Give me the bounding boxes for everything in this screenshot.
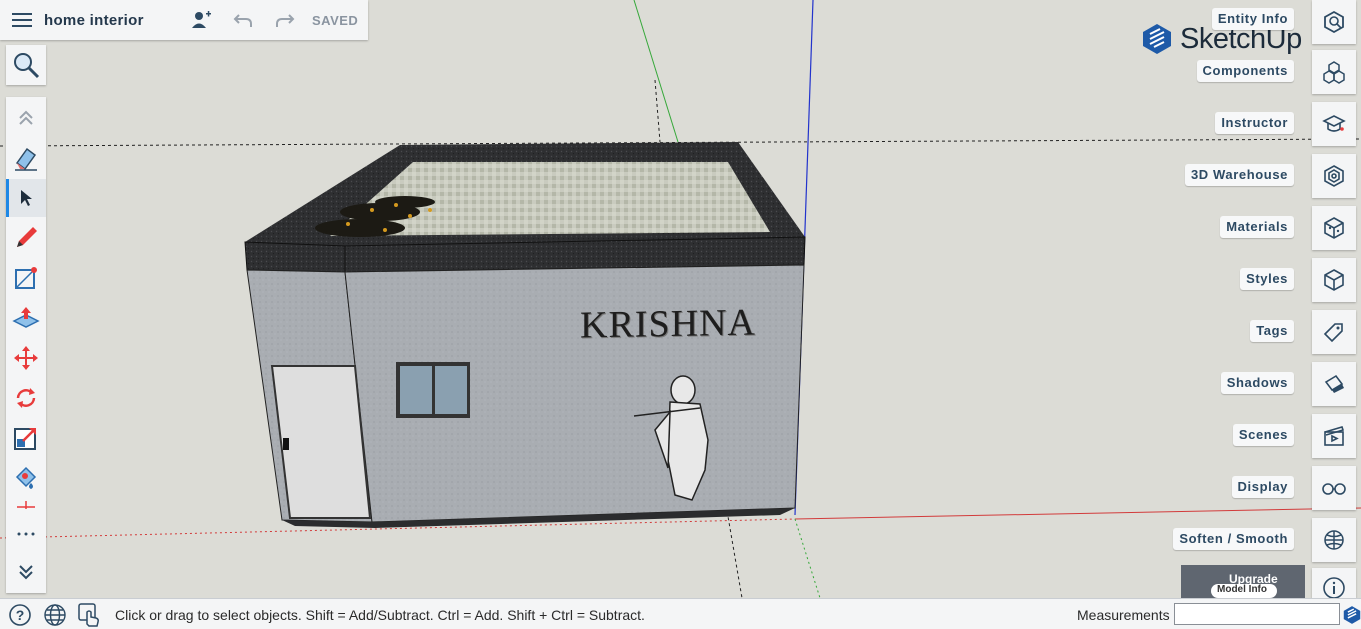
eraser-tool[interactable] xyxy=(6,139,46,177)
scale-tool[interactable] xyxy=(6,419,46,457)
push-pull-icon xyxy=(12,307,40,328)
pencil-icon xyxy=(17,227,37,247)
entity-info-button[interactable] xyxy=(1312,0,1356,44)
redo-icon xyxy=(276,14,295,27)
touch-input-button[interactable] xyxy=(77,602,103,628)
select-tool[interactable] xyxy=(6,179,46,217)
styles-button[interactable] xyxy=(1312,258,1356,302)
paint-bucket-tool[interactable] xyxy=(6,459,46,497)
model-info-text: Model Info xyxy=(1211,584,1277,598)
undo-button[interactable] xyxy=(222,0,264,40)
display-label[interactable]: Display xyxy=(1231,476,1294,498)
tape-measure-tool-partial[interactable] xyxy=(6,497,46,509)
measurements-label: Measurements xyxy=(1077,607,1170,623)
pencil-tool[interactable] xyxy=(6,219,46,257)
tags-icon xyxy=(1323,323,1343,343)
soften-smooth-icon xyxy=(1324,530,1344,550)
red-axis xyxy=(794,507,1361,520)
scenes-button[interactable] xyxy=(1312,414,1356,458)
redo-button[interactable] xyxy=(264,0,306,40)
materials-icon xyxy=(1324,217,1344,239)
entity-info-icon xyxy=(1324,10,1344,34)
materials-button[interactable] xyxy=(1312,206,1356,250)
paint-bucket-icon xyxy=(15,466,37,489)
instructor-icon xyxy=(1322,115,1346,132)
upgrade-banner[interactable]: Upgrade Now Model Info xyxy=(1181,565,1305,598)
model-scene xyxy=(0,0,1361,598)
3d-warehouse-label[interactable]: 3D Warehouse xyxy=(1184,164,1294,186)
double-chevron-down-icon xyxy=(19,565,33,580)
3d-warehouse-icon xyxy=(1324,165,1344,187)
add-user-icon xyxy=(192,11,211,28)
components-icon xyxy=(1323,61,1345,84)
shadows-icon xyxy=(1324,374,1344,393)
rotate-icon xyxy=(16,388,36,408)
materials-label[interactable]: Materials xyxy=(1220,216,1294,238)
move-arrows-icon xyxy=(14,346,38,370)
eraser-icon xyxy=(15,147,37,171)
3d-viewport[interactable]: KRISHNA xyxy=(0,0,1361,598)
help-button[interactable]: ? xyxy=(7,602,33,628)
collapse-up-button[interactable] xyxy=(6,99,46,137)
globe-icon xyxy=(44,604,66,626)
entity-info-label[interactable]: Entity Info xyxy=(1211,8,1294,30)
instructor-button[interactable] xyxy=(1312,102,1356,146)
add-user-button[interactable] xyxy=(180,0,222,40)
svg-text:?: ? xyxy=(16,607,25,623)
sketchup-status-logo xyxy=(1339,602,1361,628)
move-tool[interactable] xyxy=(6,339,46,377)
model-title[interactable]: home interior xyxy=(44,12,162,29)
measurements-input[interactable] xyxy=(1174,603,1340,625)
language-button[interactable] xyxy=(42,602,68,628)
instructor-label[interactable]: Instructor xyxy=(1215,112,1294,134)
expand-down-button[interactable] xyxy=(6,553,46,591)
tool-bar xyxy=(6,97,46,593)
top-bar: home interior SAVED xyxy=(0,0,368,40)
components-label[interactable]: Components xyxy=(1196,60,1294,82)
search-button[interactable] xyxy=(6,45,46,85)
rotate-tool[interactable] xyxy=(6,379,46,417)
status-bar: ? Click or drag to select objects. Shift… xyxy=(0,598,1361,629)
sketchup-small-logo-icon xyxy=(1343,606,1361,624)
shadows-label[interactable]: Shadows xyxy=(1220,372,1294,394)
soften-smooth-button[interactable] xyxy=(1312,518,1356,562)
rectangle-tool[interactable] xyxy=(6,259,46,297)
tape-measure-icon xyxy=(17,501,35,509)
soften-smooth-label[interactable]: Soften / Smooth xyxy=(1173,528,1294,550)
glasses-icon xyxy=(1322,483,1346,495)
menu-button[interactable] xyxy=(0,0,44,40)
styles-icon xyxy=(1324,269,1344,291)
push-pull-tool[interactable] xyxy=(6,299,46,337)
green-axis xyxy=(633,0,679,143)
scenes-label[interactable]: Scenes xyxy=(1232,424,1294,446)
scale-icon xyxy=(14,428,36,450)
status-hint: Click or drag to select objects. Shift =… xyxy=(115,607,645,623)
cursor-arrow-icon xyxy=(21,190,32,206)
components-button[interactable] xyxy=(1312,50,1356,94)
touch-hand-icon xyxy=(78,603,99,627)
info-icon xyxy=(1323,577,1345,598)
double-chevron-up-icon xyxy=(19,110,33,125)
save-status: SAVED xyxy=(312,12,359,28)
model-info-button[interactable] xyxy=(1312,568,1356,598)
rectangle-icon xyxy=(15,267,37,289)
more-dots-icon xyxy=(17,532,35,536)
hamburger-icon xyxy=(12,13,32,27)
wall-text: KRISHNA xyxy=(580,301,756,347)
tags-button[interactable] xyxy=(1312,310,1356,354)
search-icon xyxy=(14,53,40,79)
3d-warehouse-button[interactable] xyxy=(1312,154,1356,198)
shadows-button[interactable] xyxy=(1312,362,1356,406)
display-button[interactable] xyxy=(1312,466,1356,510)
styles-label[interactable]: Styles xyxy=(1240,268,1294,290)
sketchup-logo-icon xyxy=(1143,24,1171,54)
tags-label[interactable]: Tags xyxy=(1250,320,1294,342)
scenes-icon xyxy=(1324,426,1345,446)
more-tools-button[interactable] xyxy=(6,515,46,553)
help-icon: ? xyxy=(9,604,31,626)
undo-icon xyxy=(233,14,252,27)
